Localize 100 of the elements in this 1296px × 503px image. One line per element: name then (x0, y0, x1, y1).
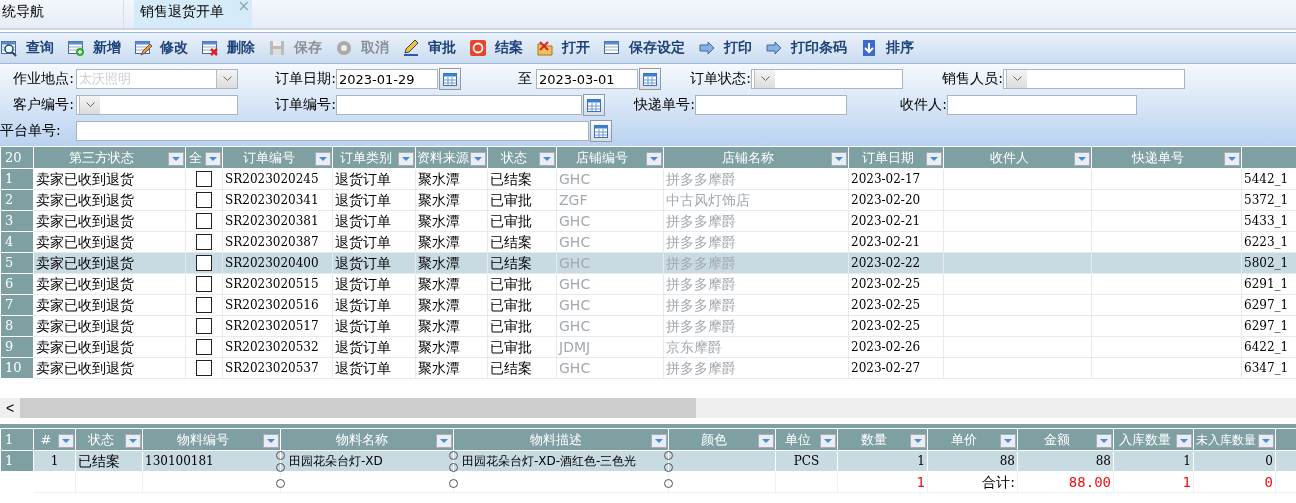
table-cell-text: 2023-02-25 (851, 297, 921, 314)
lookup-button[interactable] (590, 120, 612, 142)
table-cell-text: 聚水潭 (418, 212, 460, 231)
table-cell-text: 88 (999, 453, 1015, 470)
table-cell-text: 卖家已收到退货 (36, 254, 134, 273)
calendar-button[interactable] (439, 68, 461, 90)
input-field[interactable] (336, 95, 582, 115)
table-cell-text: 卖家已收到退货 (36, 233, 134, 252)
table-cell-text: 退货订单 (335, 338, 391, 357)
toolbar-button[interactable]: 审批 (399, 35, 462, 61)
toolbar-button[interactable]: 打印条码 (762, 35, 853, 61)
table-row[interactable]: 8 卖家已收到退货 SR2023020517 退货订单 聚水潭 已审批 GHC 拼多多摩爵 2023-02-25 6297_1 (0, 315, 1296, 337)
dropdown-field[interactable] (751, 69, 903, 89)
table-cell-text: 6223_1 (1244, 234, 1289, 251)
horizontal-scrollbar[interactable]: < (0, 398, 1296, 418)
table-cell-text: 已结案 (490, 254, 532, 273)
toolbar-button[interactable]: 结案 (466, 35, 529, 61)
table-cell-text: 卖家已收到退货 (36, 338, 134, 357)
filter-dropdown-icon (315, 152, 331, 166)
lookup-button[interactable] (583, 94, 605, 116)
table-cell-text: 退货订单 (335, 275, 391, 294)
checkbox[interactable] (196, 318, 212, 334)
table-cell-text: 5802_1 (1244, 255, 1289, 272)
table-cell-text: 2023-02-21 (851, 234, 921, 251)
table-row[interactable]: 9 卖家已收到退货 SR2023020532 退货订单 聚水潭 已审批 JDMJ 京东摩爵 2023-02-26 6422_1 (0, 336, 1296, 358)
table-row[interactable]: 7 卖家已收到退货 SR2023020516 退货订单 聚水潭 已审批 GHC 拼多多摩爵 2023-02-25 6297_1 (0, 294, 1296, 316)
table-cell-text: SR2023020516 (225, 297, 319, 314)
checkbox[interactable] (196, 171, 212, 187)
checkbox[interactable] (196, 297, 212, 313)
dropdown-field[interactable] (1003, 69, 1185, 89)
checkbox[interactable] (196, 192, 212, 208)
calendar-icon (593, 123, 609, 139)
toolbar-button[interactable]: 排序 (857, 35, 920, 61)
table-cell-text: GHC (559, 170, 591, 189)
date-field[interactable]: 2023-01-29 (336, 69, 438, 89)
table-cell-text: 5442_1 (1244, 171, 1289, 188)
checkbox[interactable] (196, 360, 212, 376)
field-label: 订单编号: (274, 96, 336, 114)
row-number: 5 (0, 252, 34, 274)
input-field[interactable] (76, 121, 589, 141)
table-cell-text: GHC (559, 233, 591, 252)
table-cell-text: 2023-02-26 (851, 339, 921, 356)
tab-label: 统导航 (2, 3, 44, 21)
field-label: 订单状态: (689, 70, 751, 88)
dropdown-field[interactable] (76, 95, 238, 115)
tab[interactable]: 销售退货开单 × (134, 0, 252, 28)
table-row[interactable]: 1 卖家已收到退货 SR2023020245 退货订单 聚水潭 已结案 GHC 拼多多摩爵 2023-02-17 5442_1 (0, 168, 1296, 190)
toolbar-button[interactable]: 修改 (131, 35, 194, 61)
table-cell-text: 退货订单 (335, 212, 391, 231)
table-row[interactable]: 10 卖家已收到退货 SR2023020537 退货订单 聚水潭 已结案 GHC 拼多多摩爵 2023-02-27 6347_1 (0, 357, 1296, 379)
table-cell-text: 田园花朵台灯-XD-酒红色-三色光 (462, 453, 637, 470)
table-row[interactable]: 3 卖家已收到退货 SR2023020381 退货订单 聚水潭 已审批 GHC 拼多多摩爵 2023-02-21 5433_1 (0, 210, 1296, 232)
toolbar-button[interactable]: 新增 (64, 35, 127, 61)
table-row[interactable]: 2 卖家已收到退货 SR2023020341 退货订单 聚水潭 已审批 ZGF 中古风灯饰店 2023-02-20 5372_1 (0, 189, 1296, 211)
table-cell-text: 退货订单 (335, 233, 391, 252)
filter-dropdown-icon (758, 434, 774, 448)
toolbar-button[interactable]: 打印 (695, 35, 758, 61)
filter-dropdown-icon (263, 434, 279, 448)
tab[interactable]: 统导航 (0, 0, 124, 28)
row-number: 8 (0, 315, 34, 337)
table-cell-text: SR2023020387 (225, 234, 319, 251)
toolbar-button[interactable]: 查询 (0, 35, 60, 61)
date-field[interactable]: 2023-03-01 (536, 69, 638, 89)
scrollbar-thumb[interactable] (20, 398, 696, 418)
table-row[interactable]: 4 卖家已收到退货 SR2023020387 退货订单 聚水潭 已结案 GHC 拼多多摩爵 2023-02-21 6223_1 (0, 231, 1296, 253)
total-label: 合计: (982, 473, 1015, 492)
checkbox[interactable] (196, 255, 212, 271)
table-cell-text: 6422_1 (1244, 339, 1289, 356)
field-label: 作业地点: (12, 70, 75, 88)
input-field[interactable] (695, 95, 847, 115)
table-cell-text: 中古风灯饰店 (666, 191, 750, 210)
table-cell-text: 已结案 (490, 233, 532, 252)
toolbar-button[interactable]: 删除 (198, 35, 261, 61)
table-row[interactable]: 6 卖家已收到退货 SR2023020515 退货订单 聚水潭 已审批 GHC 拼多多摩爵 2023-02-25 6291_1 (0, 273, 1296, 295)
checkbox[interactable] (196, 234, 212, 250)
filter-dropdown-icon (651, 434, 667, 448)
table-cell-text: 已审批 (490, 191, 532, 210)
field-label: 客户编号: (12, 96, 75, 114)
table-cell-text: 130100181 (145, 453, 214, 470)
total-value: 1 (916, 473, 925, 492)
calendar-icon (586, 97, 602, 113)
table-cell-text: SR2023020400 (225, 255, 319, 272)
filter-dropdown-icon (926, 152, 942, 166)
table-cell-text: JDMJ (559, 338, 591, 357)
calendar-button[interactable] (639, 68, 661, 90)
table-cell-text: 退货订单 (335, 359, 391, 378)
toolbar-button[interactable]: 打开 (533, 35, 596, 61)
checkbox[interactable] (196, 276, 212, 292)
input-field[interactable] (947, 95, 1137, 115)
filter-dropdown-icon (831, 152, 847, 166)
power-button-icon (469, 39, 487, 57)
filter-dropdown-icon (470, 152, 486, 166)
table-cross-icon (201, 39, 219, 57)
toolbar-button[interactable]: 保存设定 (600, 35, 691, 61)
checkbox[interactable] (196, 213, 212, 229)
filter-dropdown-icon (398, 152, 414, 166)
field-label: 快递单号: (632, 96, 695, 114)
table-cell-text: SR2023020341 (225, 192, 319, 209)
table-cell-text: 卖家已收到退货 (36, 359, 134, 378)
checkbox[interactable] (196, 339, 212, 355)
